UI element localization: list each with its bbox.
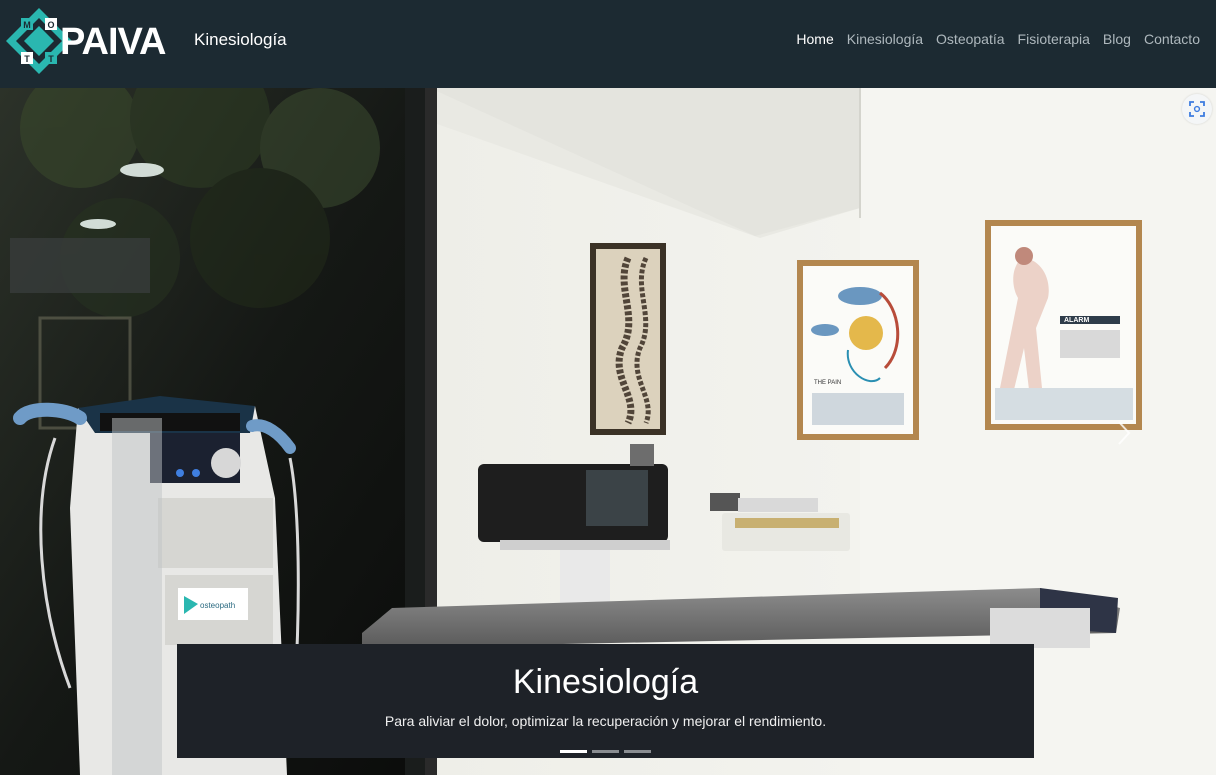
nav-kinesiologia[interactable]: Kinesiología	[847, 31, 923, 47]
brand-name: PAIVA	[60, 21, 166, 63]
hero-carousel: THE PAIN ALARM osteopath Kinesiología Pa…	[0, 88, 1216, 775]
indicator-slide-3[interactable]	[624, 750, 651, 753]
carousel-caption: Kinesiología Para aliviar el dolor, opti…	[177, 644, 1034, 758]
indicator-slide-2[interactable]	[592, 750, 619, 753]
main-nav: Home Kinesiología Osteopatía Fisioterapi…	[796, 31, 1200, 47]
fullscreen-icon	[1189, 101, 1205, 117]
alarm-poster: ALARM	[985, 220, 1142, 430]
svg-text:THE PAIN: THE PAIN	[814, 380, 841, 386]
svg-text:osteopath: osteopath	[200, 601, 235, 610]
nav-osteopatia[interactable]: Osteopatía	[936, 31, 1005, 47]
indicator-slide-1[interactable]	[560, 750, 587, 753]
fullscreen-button[interactable]	[1182, 94, 1212, 124]
svg-text:O: O	[47, 20, 54, 30]
svg-text:ALARM: ALARM	[1064, 317, 1089, 324]
pain-poster: THE PAIN	[797, 260, 919, 440]
chevron-right-icon	[1118, 421, 1131, 445]
svg-text:T: T	[24, 54, 30, 64]
carousel-next-button[interactable]	[1114, 418, 1134, 448]
nav-fisioterapia[interactable]: Fisioterapia	[1018, 31, 1090, 47]
nav-home[interactable]: Home	[796, 31, 833, 47]
brand-subtitle: Kinesiología	[194, 30, 287, 49]
nav-blog[interactable]: Blog	[1103, 31, 1131, 47]
svg-text:T: T	[48, 54, 54, 64]
brand-logo[interactable]: M O T T PAIVA	[4, 6, 174, 76]
nav-contacto[interactable]: Contacto	[1144, 31, 1200, 47]
spine-poster	[590, 243, 666, 435]
caption-title: Kinesiología	[512, 663, 699, 701]
carousel-indicators	[560, 750, 651, 753]
top-navbar: M O T T PAIVA Kinesiología Home Kinesiol…	[0, 0, 1216, 88]
caption-text: Para aliviar el dolor, optimizar la recu…	[384, 713, 827, 729]
svg-text:M: M	[23, 20, 31, 30]
